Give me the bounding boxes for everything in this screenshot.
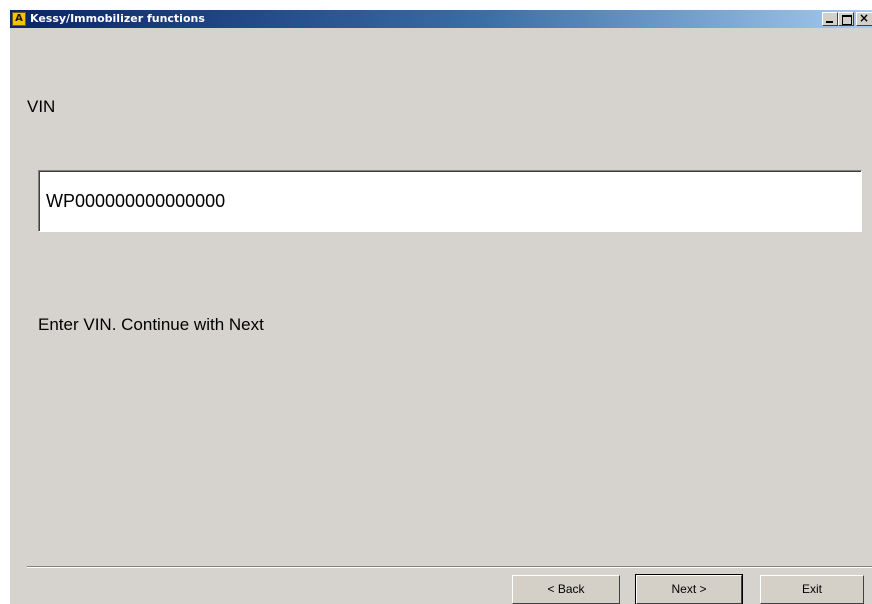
instruction-text: Enter VIN. Continue with Next — [38, 315, 264, 334]
back-button[interactable]: < Back — [512, 575, 620, 604]
vin-input[interactable] — [38, 170, 862, 232]
close-icon: × — [859, 11, 870, 25]
title-bar[interactable]: A Kessy/Immobilizer functions × — [10, 10, 872, 28]
minimize-button[interactable] — [822, 12, 838, 26]
app-icon: A — [12, 12, 26, 26]
close-button[interactable]: × — [856, 11, 872, 26]
dialog-window: A Kessy/Immobilizer functions × VIN Ente… — [10, 10, 872, 604]
vin-label: VIN — [27, 97, 56, 116]
maximize-button[interactable] — [838, 12, 854, 26]
maximize-icon — [842, 15, 852, 25]
next-button[interactable]: Next > — [635, 574, 743, 604]
exit-button[interactable]: Exit — [760, 575, 864, 604]
footer-separator — [27, 566, 872, 568]
minimize-icon — [826, 21, 833, 23]
window-title: Kessy/Immobilizer functions — [30, 12, 205, 25]
